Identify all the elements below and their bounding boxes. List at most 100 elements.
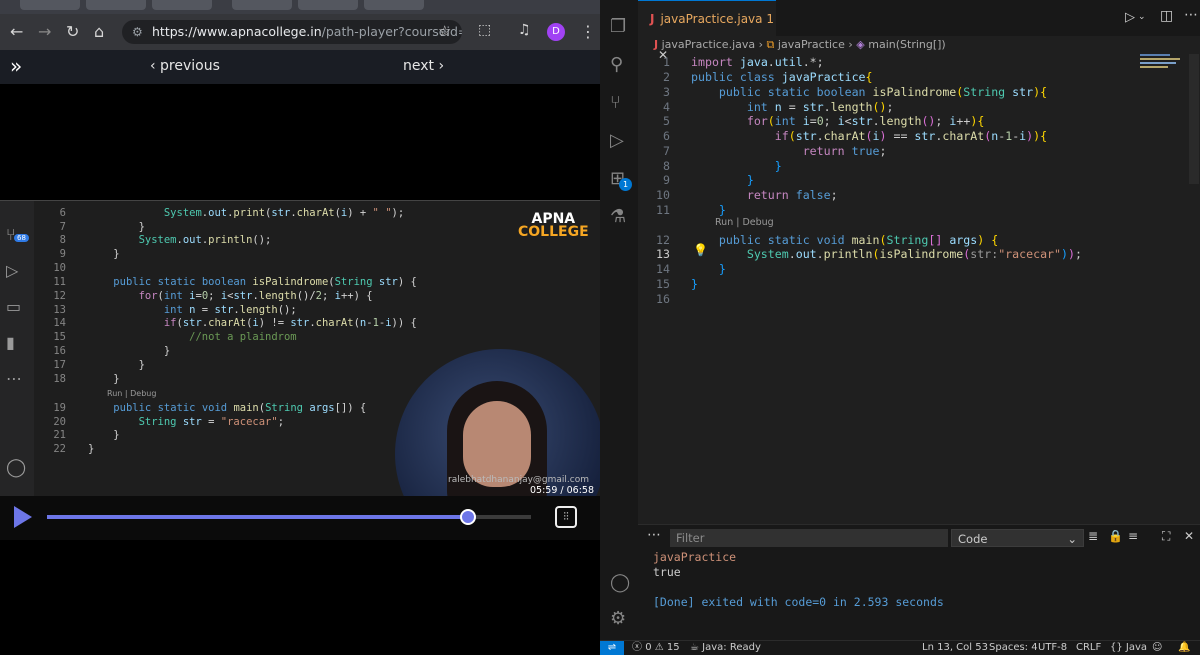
tab-problem-count: 1 <box>766 12 774 26</box>
code-line: 1 import java.util.*; <box>663 55 824 69</box>
warning-count: 15 <box>666 642 680 653</box>
java-status[interactable]: ☕ Java: Ready <box>690 641 761 655</box>
video-code-line: 8 System.out.println(); <box>59 234 272 246</box>
video-code-top-cut <box>40 201 490 205</box>
problems-indicator[interactable]: ⓧ 0 ⚠ 15 <box>632 641 680 655</box>
vscode-window: ❐ ⚲ ⑂ ▷ ⊞ 1 ⚗ ◯ ⚙ JjavaPractice.java 1 ✕… <box>600 0 1200 655</box>
browser-tab[interactable] <box>232 0 292 10</box>
seek-handle[interactable] <box>460 509 477 525</box>
account-icon[interactable]: ◯ <box>610 572 630 593</box>
code-line: 11 } <box>656 203 726 217</box>
bookmark-star-icon[interactable]: ☆ <box>438 22 451 40</box>
output-line-done: [Done] exited with code=0 in 2.593 secon… <box>653 595 944 609</box>
code-line: 10 return false; <box>656 188 838 202</box>
sidebar-toggle-icon[interactable]: » <box>10 54 22 78</box>
explorer-icon[interactable]: ❐ <box>610 16 626 37</box>
next-link[interactable]: next › <box>403 58 444 74</box>
cursor-position[interactable]: Ln 13, Col 53 <box>922 641 988 655</box>
email-watermark: ralebhatdhananjay@gmail.com <box>448 475 589 485</box>
run-code-icon[interactable]: ▷ <box>1125 10 1135 25</box>
video-code-line: 11 public static boolean isPalindrome(St… <box>53 276 417 288</box>
minimap[interactable] <box>1140 52 1186 72</box>
split-editor-icon[interactable]: ◫ <box>1160 8 1173 24</box>
notifications-icon[interactable]: 🔔 <box>1178 641 1190 655</box>
lightbulb-icon[interactable]: 💡 <box>693 243 708 257</box>
output-channel-select[interactable]: Code ⌄ <box>951 529 1084 547</box>
seek-bar[interactable] <box>47 509 531 525</box>
code-line: 14 } <box>656 262 726 276</box>
video-controls: ⫶⫶ <box>0 496 600 540</box>
home-icon[interactable]: ⌂ <box>94 22 104 41</box>
video-frame[interactable]: ⑂ 68 ▷ ▭ ▮ ⋯ ◯ APNA COLLEGE 6 System.out… <box>0 200 600 496</box>
browser-tab[interactable] <box>20 0 80 10</box>
tab-javapractice[interactable]: JjavaPractice.java 1 ✕ <box>638 0 776 62</box>
breadcrumb-class[interactable]: javaPractice <box>778 38 845 51</box>
video-code-line: 10 <box>53 262 66 274</box>
clear-output-icon[interactable]: ≡ <box>1128 529 1138 543</box>
video-time: 05:59 / 06:58 <box>530 485 594 496</box>
indentation[interactable]: Spaces: 4 <box>989 641 1038 655</box>
code-editor[interactable]: 1 import java.util.*; 2 public class javaPr… <box>600 54 1200 354</box>
play-icon[interactable] <box>14 506 32 528</box>
code-line: 16 <box>656 292 670 306</box>
media-control-icon[interactable]: ♫ <box>518 22 531 38</box>
editor-tabs: JjavaPractice.java 1 ✕ ▷ ⌄ ◫ ⋯ <box>638 0 1200 62</box>
browser-tab[interactable] <box>86 0 146 10</box>
video-code-line: 21 } <box>53 429 120 441</box>
editor-scrollbar[interactable] <box>1189 54 1199 184</box>
browser-tab[interactable] <box>298 0 358 10</box>
manage-gear-icon[interactable]: ⚙ <box>610 608 626 629</box>
back-icon[interactable]: ← <box>10 22 23 41</box>
output-line-result: true <box>653 565 681 579</box>
forward-icon[interactable]: → <box>38 22 51 41</box>
address-bar[interactable]: ⚙ https://www.apnacollege.in/path-player… <box>122 20 462 44</box>
panel-more-icon[interactable]: ⋯ <box>647 527 661 543</box>
video-code-line: 7 } <box>59 221 145 233</box>
breadcrumb-file[interactable]: javaPractice.java <box>662 38 756 51</box>
playback-settings-icon[interactable]: ⫶⫶ <box>555 506 577 528</box>
lock-scroll-icon[interactable]: 🔒 <box>1108 529 1123 543</box>
output-channel-value: Code <box>958 532 988 546</box>
browser-tab[interactable] <box>152 0 212 10</box>
maximize-panel-icon[interactable]: ⛶ <box>1162 529 1170 544</box>
profile-avatar[interactable]: D <box>547 23 565 41</box>
output-panel: javaPractice true [Done] exited with cod… <box>638 550 1200 640</box>
code-line: 9 } <box>663 173 754 187</box>
browser-tab-strip <box>0 0 600 14</box>
code-line: 15} <box>656 277 698 291</box>
video-codelens: Run | Debug <box>107 389 157 398</box>
url-host: https://www.apnacollege.in <box>152 24 322 39</box>
remote-indicator-icon[interactable]: ⇌ <box>600 641 624 655</box>
menu-icon[interactable]: ⋮ <box>580 22 596 41</box>
line-endings[interactable]: CRLF <box>1076 641 1101 655</box>
site-info-icon[interactable]: ⚙ <box>132 20 143 44</box>
java-file-icon: J <box>654 38 659 51</box>
video-code-line: 22} <box>53 443 95 455</box>
run-dropdown-icon[interactable]: ⌄ <box>1138 12 1146 22</box>
code-line: 6 if(str.charAt(i) == str.charAt(n-1-i))… <box>663 129 1048 143</box>
more-actions-icon[interactable]: ⋯ <box>1184 7 1198 23</box>
word-wrap-icon[interactable]: ≣ <box>1088 529 1098 543</box>
seek-bar-fill <box>47 515 469 519</box>
video-code-line: 13 int n = str.length(); <box>53 304 297 316</box>
codelens-run-debug[interactable]: Run | Debug <box>715 217 774 228</box>
course-nav-bar: » ‹ previous next › <box>0 50 600 84</box>
language-mode[interactable]: {} Java <box>1110 641 1147 655</box>
error-count: 0 <box>645 642 652 653</box>
video-code-line: 19 public static void main(String args[]… <box>53 402 367 414</box>
extensions-icon[interactable]: ⬚ <box>478 22 491 38</box>
previous-link[interactable]: ‹ previous <box>150 58 220 74</box>
reload-icon[interactable]: ↻ <box>66 22 79 41</box>
code-line: 8 } <box>663 159 782 173</box>
breadcrumb-method[interactable]: main(String[]) <box>868 38 945 51</box>
output-filter-input[interactable]: Filter <box>670 529 948 547</box>
encoding[interactable]: UTF-8 <box>1038 641 1067 655</box>
close-panel-icon[interactable]: ✕ <box>1184 529 1194 543</box>
class-symbol-icon: ⧉ <box>766 38 775 51</box>
tab-label: javaPractice.java <box>660 12 763 26</box>
video-code-line: 9 } <box>59 248 120 260</box>
browser-tab[interactable] <box>364 0 424 10</box>
copilot-icon[interactable]: ☺ <box>1152 641 1162 655</box>
status-bar: ⇌ ⓧ 0 ⚠ 15 ☕ Java: Ready Ln 13, Col 53 S… <box>600 640 1200 655</box>
breadcrumb: J javaPractice.java › ⧉ javaPractice › ◈… <box>654 38 946 51</box>
